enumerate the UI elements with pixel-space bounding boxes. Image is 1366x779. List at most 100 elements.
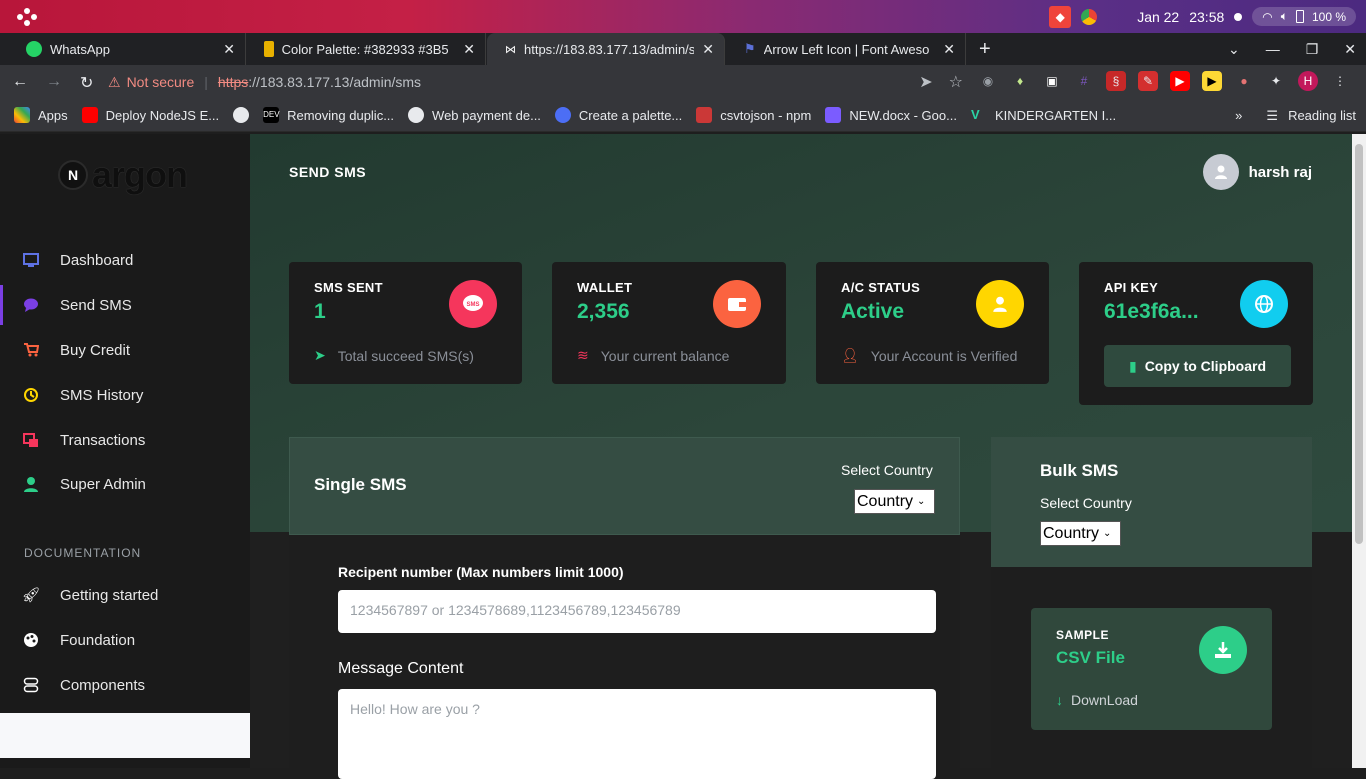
youtube-extension-icon[interactable]: ▶ — [1170, 71, 1190, 91]
anydesk-icon[interactable]: ◆ — [1049, 5, 1072, 28]
sidebar-item-send-sms[interactable]: Send SMS — [0, 285, 250, 325]
system-bar: ◆ Jan 22 23:58 ◠ 🔈︎ 100 % — [0, 0, 1366, 33]
bookmark-item[interactable]: V KINDERGARTEN I... — [971, 107, 1116, 123]
extension-icon[interactable]: ▶ — [1202, 71, 1222, 91]
rocket-icon: 🚀︎ — [21, 587, 41, 604]
brand-name: argon — [92, 154, 188, 195]
bookmark-item[interactable]: Web payment de... — [408, 107, 541, 123]
download-link[interactable]: ↓ DownLoad — [1056, 692, 1138, 708]
message-textarea[interactable]: Hello! How are you ? — [338, 689, 936, 779]
bookmark-star-icon[interactable]: ☆ — [949, 72, 963, 92]
url-path: ://183.83.177.13/admin/sms — [248, 74, 422, 90]
user-menu[interactable]: harsh raj — [1202, 154, 1312, 190]
sidebar-item-label: Components — [60, 676, 146, 694]
stat-card-wallet: WALLET 2,356 ≋ Your current balance — [552, 262, 786, 384]
url-field[interactable]: ⚠ Not secure | https://183.83.177.13/adm… — [108, 68, 963, 96]
sidebar-item-foundation[interactable]: Foundation — [0, 620, 250, 660]
bookmark-item[interactable] — [233, 107, 250, 123]
download-csv-button[interactable] — [1199, 626, 1247, 674]
cart-icon — [22, 341, 40, 359]
bulk-country-select[interactable]: Country ⌄ — [1040, 521, 1121, 546]
sidebar-item-components[interactable]: Components — [0, 665, 250, 705]
extension-icon[interactable]: ▣ — [1042, 71, 1062, 91]
tab-color-palette[interactable]: Color Palette: #382933 #3B5 ✕ — [246, 33, 486, 65]
copy-button-label: Copy to Clipboard — [1144, 358, 1267, 374]
status-pill[interactable]: ◠ 🔈︎ 100 % — [1252, 7, 1356, 26]
sidebar-item-super-admin[interactable]: Super Admin — [0, 464, 250, 504]
components-icon — [22, 676, 40, 694]
send-icon: ➤ — [314, 347, 326, 363]
time[interactable]: 23:58 — [1189, 9, 1224, 25]
single-sms-panel: Single SMS Select Country Country ⌄ Reci… — [289, 437, 960, 779]
bookmark-item[interactable]: NEW.docx - Goo... — [825, 107, 957, 123]
tab-admin-sms[interactable]: ⋈ https://183.83.177.13/admin/s ✕ — [487, 33, 725, 65]
npm-icon — [696, 107, 713, 123]
bookmark-item[interactable]: Create a palette... — [554, 107, 682, 123]
country-select[interactable]: Country ⌄ — [854, 489, 935, 514]
copy-to-clipboard-button[interactable]: ▮ Copy to Clipboard — [1104, 345, 1291, 387]
new-tab-button[interactable]: + — [979, 38, 991, 61]
page-title: SEND SMS — [289, 164, 367, 180]
sidebar-item-sms-history[interactable]: SMS History — [0, 375, 250, 415]
reading-list-button[interactable]: Reading list — [1288, 108, 1356, 123]
close-icon[interactable]: ✕ — [463, 41, 475, 58]
tab-font-awesome[interactable]: ⚑ Arrow Left Icon | Font Aweso ✕ — [726, 33, 966, 65]
sidebar-item-dashboard[interactable]: Dashboard — [0, 240, 250, 280]
sample-title: SAMPLE — [1056, 628, 1110, 642]
sidebar-item-buy-credit[interactable]: Buy Credit — [0, 330, 250, 370]
reading-list-icon[interactable]: ☰ — [1266, 108, 1278, 124]
chrome-icon[interactable] — [1081, 8, 1098, 25]
date[interactable]: Jan 22 — [1137, 9, 1179, 25]
sidebar-item-getting-started[interactable]: 🚀︎ Getting started — [0, 575, 250, 615]
clipboard-icon: ▮ — [1128, 357, 1137, 374]
single-sms-title: Single SMS — [314, 475, 407, 494]
extensions-puzzle-icon[interactable]: ✦ — [1266, 71, 1286, 91]
youtube-icon — [81, 107, 98, 123]
warning-icon[interactable]: ⚠ — [108, 74, 121, 91]
volume-icon: 🔈︎ — [1280, 9, 1288, 23]
message-label: Message Content — [338, 660, 464, 677]
profile-avatar[interactable]: H — [1298, 71, 1318, 91]
globe-icon — [408, 107, 425, 123]
scrollbar-thumb[interactable] — [1355, 144, 1363, 544]
back-icon[interactable]: ← — [12, 73, 28, 93]
address-bar: ← → ↻ ⚠ Not secure | https://183.83.177.… — [0, 65, 1366, 99]
send-to-device-icon[interactable]: ➤ — [919, 72, 932, 92]
security-status[interactable]: Not secure — [127, 74, 195, 90]
minimize-icon[interactable]: — — [1266, 41, 1280, 57]
window-controls: ⌄ — ❐ ✕ — [1228, 33, 1356, 65]
page-scrollbar[interactable] — [1352, 134, 1366, 768]
sidebar-item-transactions[interactable]: Transactions — [0, 420, 250, 460]
bookmark-item[interactable]: Deploy NodeJS E... — [81, 107, 219, 123]
bookmark-item[interactable]: csvtojson - npm — [696, 107, 811, 123]
stat-card-account-status: A/C STATUS Active 👤︎ Your Account is Veri… — [816, 262, 1049, 384]
reload-icon[interactable]: ↻ — [80, 73, 93, 93]
extension-icon[interactable]: ● — [1234, 71, 1254, 91]
tab-whatsapp[interactable]: WhatsApp ✕ — [8, 33, 246, 65]
close-icon[interactable]: ✕ — [702, 41, 714, 58]
tab-search-icon[interactable]: ⌄ — [1228, 41, 1240, 58]
bookmark-item[interactable]: DEV Removing duplic... — [263, 107, 394, 123]
more-bookmarks-icon[interactable]: » — [1235, 108, 1242, 123]
close-window-icon[interactable]: ✕ — [1344, 41, 1356, 58]
svg-text:SMS: SMS — [466, 302, 479, 308]
apps-launcher-icon[interactable] — [16, 7, 38, 27]
bookmark-apps[interactable]: Apps — [14, 107, 68, 123]
sample-csv-card: SAMPLE CSV File ↓ DownLoad — [1031, 608, 1272, 730]
extension-icon[interactable]: ♦ — [1010, 71, 1030, 91]
extension-icon[interactable]: ◉ — [978, 71, 998, 91]
extension-icon[interactable]: ✎ — [1138, 71, 1158, 91]
recipient-input[interactable]: 1234567897 or 1234578689,1123456789,1234… — [338, 590, 936, 633]
close-icon[interactable]: ✕ — [223, 41, 235, 58]
extension-icon[interactable]: # — [1074, 71, 1094, 91]
forward-icon[interactable]: → — [46, 73, 62, 93]
chevron-down-icon: ⌄ — [1103, 528, 1112, 539]
stat-card-api-key: API KEY 61e3f6a... ▮ Copy to Clipboard — [1079, 262, 1313, 405]
sidebar-item-label: Send SMS — [60, 296, 132, 314]
close-icon[interactable]: ✕ — [943, 41, 955, 58]
extension-icon[interactable]: § — [1106, 71, 1126, 91]
brand-logo[interactable]: N argon — [58, 154, 188, 196]
menu-icon[interactable]: ⋮ — [1330, 71, 1350, 91]
maximize-icon[interactable]: ❐ — [1306, 41, 1319, 58]
download-label: DownLoad — [1071, 692, 1138, 708]
